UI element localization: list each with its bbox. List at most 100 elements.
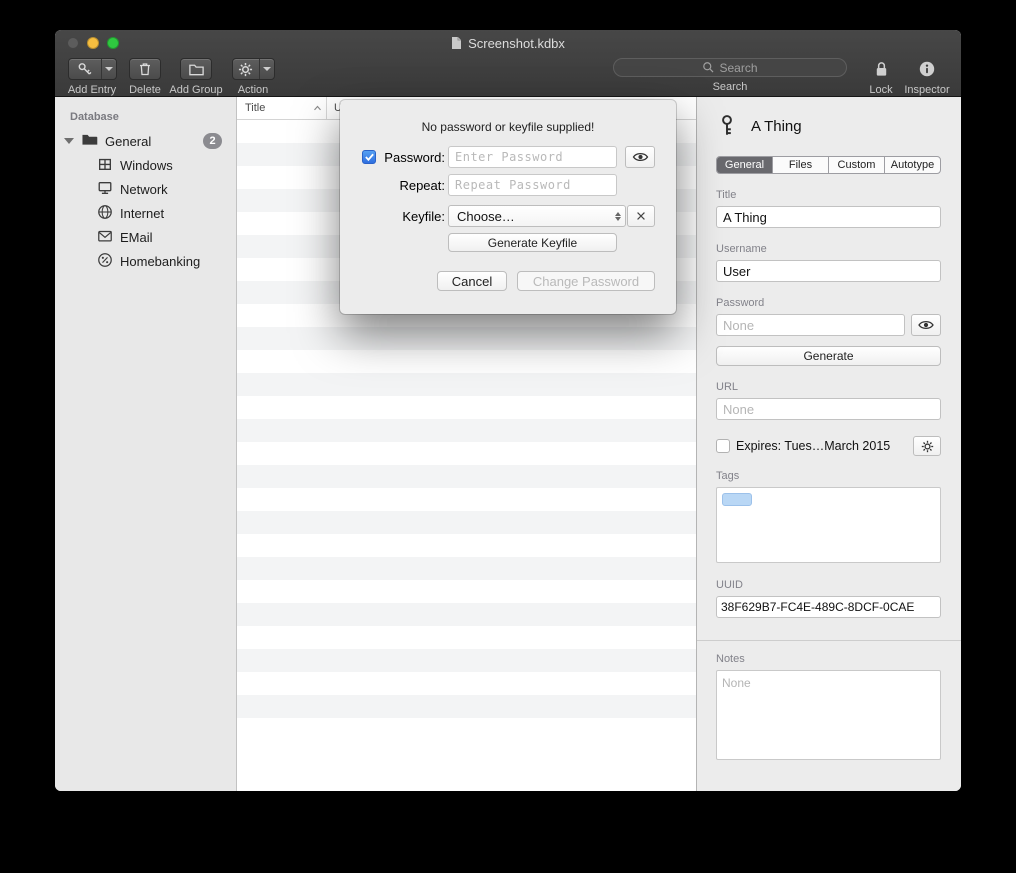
close-button[interactable] [67, 37, 79, 49]
expires-settings-button[interactable] [913, 436, 941, 456]
info-icon [918, 60, 936, 78]
action-button[interactable] [232, 58, 275, 80]
minimize-button[interactable] [87, 37, 99, 49]
username-field[interactable] [716, 260, 941, 282]
cancel-button[interactable]: Cancel [437, 271, 507, 291]
password-field[interactable] [716, 314, 905, 336]
action-dropdown[interactable] [259, 59, 274, 79]
titlebar: Screenshot.kdbx [55, 30, 961, 56]
url-field[interactable] [716, 398, 941, 420]
inspector-panel: A Thing General Files Custom Autotype Ti… [696, 97, 961, 791]
lock-icon [873, 60, 890, 78]
lock-button[interactable] [873, 58, 890, 80]
uuid-label: UUID [716, 579, 941, 592]
entry-title: A Thing [751, 118, 802, 135]
toolbar-item-lock: Lock [861, 58, 901, 96]
tab-general[interactable]: General [717, 157, 772, 173]
toolbar-item-search: Search Search [613, 58, 847, 93]
expires-row: Expires: Tues…March 2015 [716, 436, 941, 456]
toolbar-item-inspector: Inspector [899, 58, 955, 96]
check-icon [364, 152, 375, 162]
add-group-button[interactable] [180, 58, 212, 80]
sidebar-item-label: Internet [120, 206, 164, 221]
app-window: Screenshot.kdbx Add Entry D [55, 30, 961, 791]
expires-checkbox[interactable] [716, 439, 730, 453]
sidebar-item-label: Network [120, 182, 168, 197]
search-icon [702, 61, 715, 74]
tab-custom[interactable]: Custom [828, 157, 884, 173]
sidebar: Database General 2 Windows Network [55, 97, 237, 791]
keyfile-popup-value: Choose… [457, 209, 515, 224]
eye-icon [918, 319, 934, 331]
sidebar-item-homebanking[interactable]: Homebanking [55, 249, 236, 273]
sidebar-item-email[interactable]: EMail [55, 225, 236, 249]
toolbar: Add Entry Delete Add Group [55, 56, 961, 97]
add-entry-dropdown[interactable] [101, 59, 116, 79]
trash-icon [130, 59, 160, 79]
close-icon [635, 210, 647, 222]
sidebar-item-label: Windows [120, 158, 173, 173]
action-label: Action [238, 84, 269, 96]
dialog-keyfile-label: Keyfile: [380, 209, 445, 224]
dialog-message: No password or keyfile supplied! [340, 120, 676, 134]
dialog-reveal-password-button[interactable] [625, 146, 655, 168]
key-icon [716, 114, 738, 138]
sort-ascending-icon [313, 105, 322, 111]
divider [697, 640, 961, 641]
change-password-button[interactable]: Change Password [517, 271, 655, 291]
sidebar-item-label: Homebanking [120, 254, 200, 269]
password-checkbox[interactable] [362, 150, 376, 164]
notes-label: Notes [716, 653, 941, 666]
url-label: URL [716, 381, 941, 394]
percent-icon [97, 252, 113, 271]
expires-label: Expires: Tues…March 2015 [736, 439, 907, 453]
notes-field[interactable] [716, 670, 941, 760]
dialog-repeat-label: Repeat: [380, 178, 445, 193]
inspector-button[interactable] [918, 58, 936, 80]
title-field[interactable] [716, 206, 941, 228]
key-plus-icon [69, 59, 101, 79]
toolbar-item-action: Action [231, 58, 275, 96]
document-icon [451, 36, 462, 50]
windows-icon [97, 156, 113, 175]
search-label: Search [713, 81, 748, 93]
clear-keyfile-button[interactable] [627, 205, 655, 227]
delete-button[interactable] [129, 58, 161, 80]
sidebar-item-windows[interactable]: Windows [55, 153, 236, 177]
dialog-password-field[interactable] [448, 146, 617, 168]
dialog-repeat-field[interactable] [448, 174, 617, 196]
uuid-field[interactable] [716, 596, 941, 618]
generate-button[interactable]: Generate [716, 346, 941, 366]
entry-header: A Thing [716, 112, 941, 140]
gear-icon [921, 440, 934, 453]
tags-label: Tags [716, 470, 941, 483]
search-placeholder: Search [719, 61, 757, 75]
sidebar-item-network[interactable]: Network [55, 177, 236, 201]
toolbar-item-delete: Delete [127, 58, 163, 96]
tags-field[interactable] [716, 487, 941, 563]
delete-label: Delete [129, 84, 161, 96]
tab-autotype[interactable]: Autotype [884, 157, 940, 173]
lock-label: Lock [869, 84, 892, 96]
tab-files[interactable]: Files [772, 157, 828, 173]
window-title-area: Screenshot.kdbx [55, 30, 961, 56]
username-label: Username [716, 243, 941, 256]
reveal-password-button[interactable] [911, 314, 941, 336]
column-header-title[interactable]: Title [237, 102, 313, 114]
toolbar-item-add-group: Add Group [165, 58, 227, 96]
popup-stepper-icon [615, 212, 621, 221]
disclosure-triangle-icon[interactable] [64, 138, 74, 144]
sidebar-item-label: EMail [120, 230, 153, 245]
keyfile-popup[interactable]: Choose… [448, 205, 626, 227]
zoom-button[interactable] [107, 37, 119, 49]
search-input[interactable]: Search [613, 58, 847, 77]
add-entry-button[interactable] [68, 58, 117, 80]
sidebar-item-internet[interactable]: Internet [55, 201, 236, 225]
folder-plus-icon [181, 59, 211, 79]
tag-token[interactable] [722, 493, 752, 506]
generate-keyfile-button[interactable]: Generate Keyfile [448, 233, 617, 252]
inspector-tabs: General Files Custom Autotype [716, 156, 941, 174]
sidebar-item-general[interactable]: General 2 [55, 129, 236, 153]
folder-icon [81, 132, 98, 150]
add-entry-label: Add Entry [68, 84, 116, 96]
